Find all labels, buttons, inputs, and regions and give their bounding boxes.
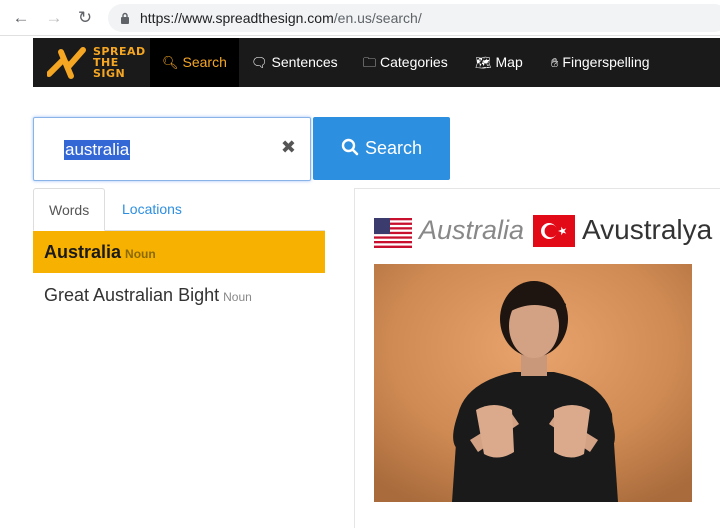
search-button-label: Search [364, 138, 423, 158]
logo-text: SPREAD THE SIGN [93, 46, 146, 79]
clear-icon[interactable]: ✖ [281, 137, 296, 158]
result-pos: Noun [223, 290, 252, 304]
search-input[interactable]: australia ✖ [33, 117, 311, 181]
logo-line3: SIGN [93, 67, 126, 80]
nav-fingerspelling-label: Fingerspelling [562, 54, 650, 70]
sign-video[interactable] [374, 264, 692, 502]
address-bar[interactable]: https://www.spreadthesign.com/en.us/sear… [108, 4, 720, 32]
result-tabs: Words Locations [33, 188, 325, 231]
us-flag-icon [374, 218, 412, 248]
nav-map[interactable]: 🗺︎ Map [475, 38, 523, 87]
turkey-flag-icon [533, 215, 575, 247]
browser-toolbar: ← → ↻ https://www.spreadthesign.com/en.u… [0, 0, 720, 36]
site-navbar: SPREAD THE SIGN 🔍︎ Search 🗨︎ Sentences 🗀︎ C… [33, 38, 720, 87]
search-icon [341, 117, 359, 180]
lock-icon [121, 12, 129, 24]
result-pos: Noun [125, 247, 156, 261]
result-word: Great Australian Bight [44, 285, 220, 305]
speech-bubble-icon: 🗨︎ [251, 55, 268, 70]
hand-icon: ✋︎ [551, 55, 559, 70]
logo-icon [47, 47, 86, 79]
result-item-australia[interactable]: Australia Noun [33, 231, 325, 273]
search-input-value[interactable]: australia [64, 140, 131, 160]
url-text: https://www.spreadthesign.com/en.us/sear… [140, 10, 422, 26]
nav-categories[interactable]: 🗀︎ Categories [363, 38, 448, 87]
map-icon: 🗺︎ [475, 55, 492, 70]
forward-icon[interactable]: → [45, 9, 63, 27]
nav-fingerspelling[interactable]: ✋︎ Fingerspelling [551, 38, 650, 87]
nav-sentences-label: Sentences [271, 54, 338, 70]
tab-words[interactable]: Words [33, 188, 106, 231]
reload-icon[interactable]: ↻ [76, 9, 94, 27]
source-word: Australia [419, 215, 525, 245]
tab-locations[interactable]: Locations [107, 188, 197, 231]
folder-icon: 🗀︎ [363, 55, 377, 70]
url-path: /en.us/search/ [333, 10, 422, 26]
search-icon: 🔍︎ [162, 55, 179, 70]
nav-categories-label: Categories [380, 54, 448, 70]
nav-search[interactable]: 🔍︎ Search [150, 38, 239, 87]
nav-search-label: Search [182, 54, 227, 70]
target-word: Avustralya [582, 214, 713, 245]
nav-sentences[interactable]: 🗨︎ Sentences [251, 38, 338, 87]
result-item-great-australian-bight[interactable]: Great Australian Bight Noun [33, 274, 325, 316]
nav-map-label: Map [495, 54, 523, 70]
result-word: Australia [44, 242, 122, 262]
site-logo[interactable]: SPREAD THE SIGN [45, 42, 145, 82]
url-host: https://www.spreadthesign.com [140, 10, 334, 26]
search-button[interactable]: Search [313, 117, 450, 180]
back-icon[interactable]: ← [12, 9, 30, 27]
